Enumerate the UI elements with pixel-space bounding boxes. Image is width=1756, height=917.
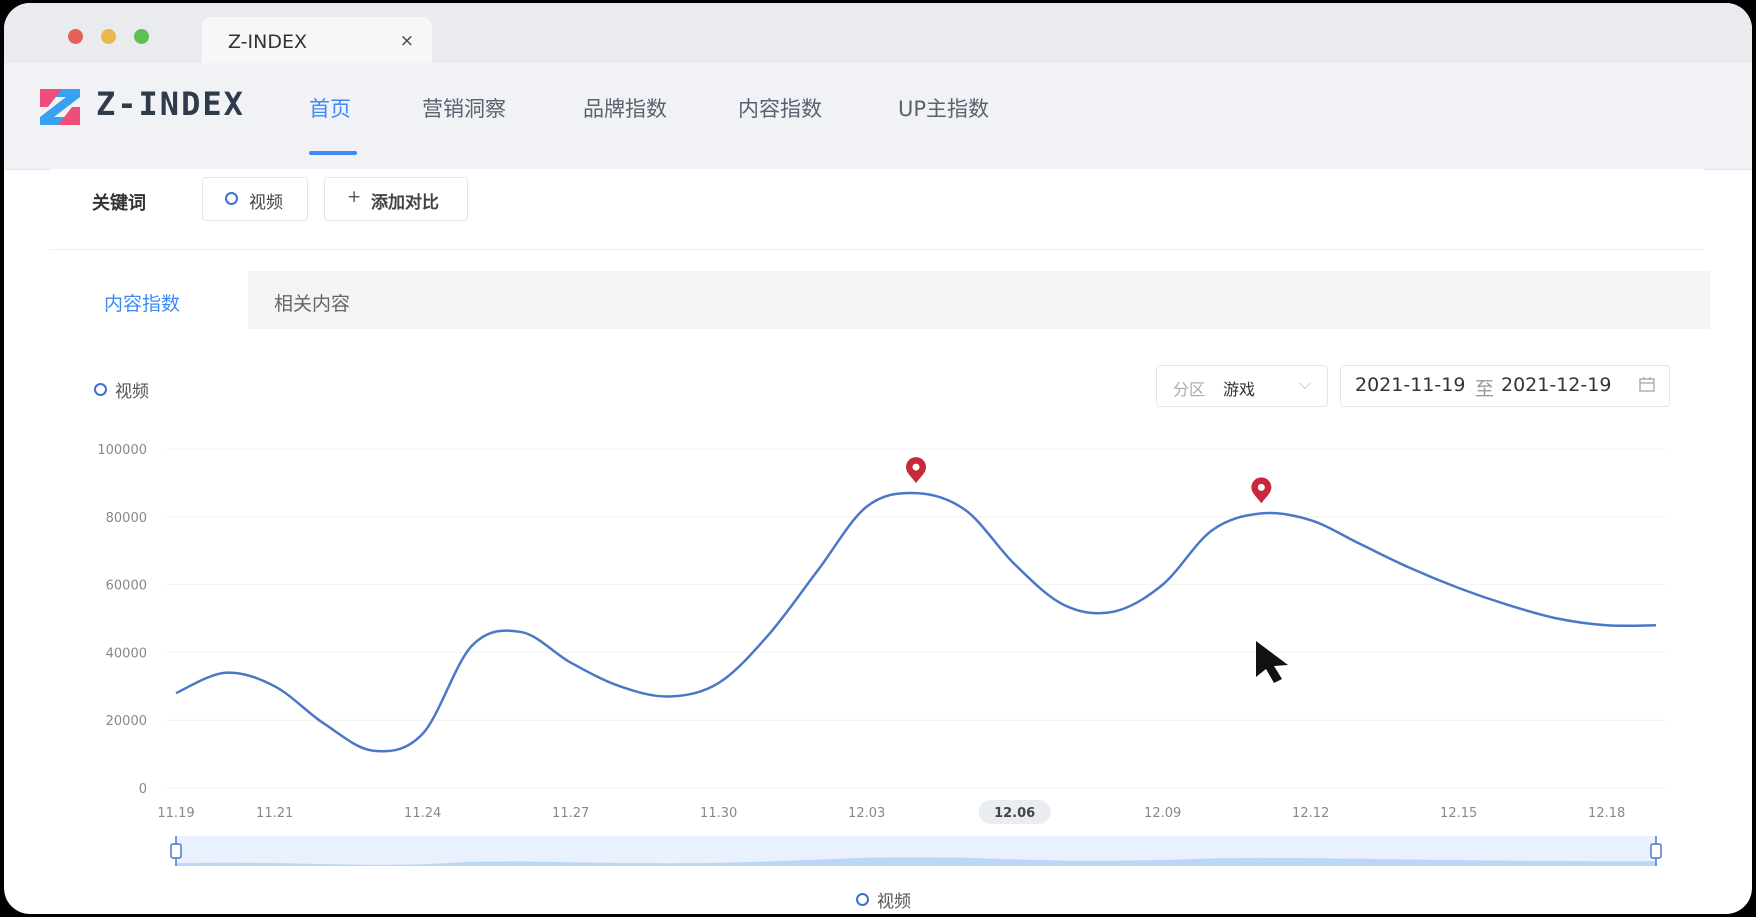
- y-tick-label: 0: [139, 782, 147, 797]
- drag-handle-icon[interactable]: [1650, 843, 1662, 859]
- y-tick-label: 100000: [97, 443, 147, 458]
- x-tick-label: 11.27: [552, 806, 589, 821]
- x-tick-label: 12.15: [1440, 806, 1477, 821]
- map-pin-icon: [1251, 477, 1272, 504]
- x-tick-label: 12.09: [1144, 806, 1181, 821]
- zoom-slider: [170, 836, 1662, 866]
- chart-grid: [166, 448, 1666, 789]
- line-chart[interactable]: 100000800006000040000200000 11.19 11.21 11…: [4, 3, 1752, 914]
- y-tick-label: 40000: [106, 646, 147, 661]
- browser-window: Z-INDEX × Z-INDEX 首页 营销洞察 品牌指数 内容指数 UP主指…: [4, 3, 1752, 914]
- y-tick-label: 60000: [106, 579, 147, 594]
- legend-label: 视频: [877, 892, 911, 912]
- series-line: [175, 491, 1657, 753]
- x-tick-label: 12.06: [994, 806, 1035, 821]
- x-tick-label: 11.24: [404, 806, 441, 821]
- y-tick-label: 80000: [106, 511, 147, 526]
- mouse-cursor-icon: [1256, 641, 1288, 683]
- x-tick-label: 11.30: [700, 806, 737, 821]
- y-tick-label: 20000: [106, 714, 147, 729]
- drag-handle-icon[interactable]: [170, 843, 182, 859]
- chart-markers: [906, 457, 1272, 504]
- x-tick-label: 11.19: [157, 806, 194, 821]
- legend-dot-icon: [856, 893, 869, 906]
- x-tick-label: 12.18: [1588, 806, 1625, 821]
- y-axis-ticks: 100000 80000 60000 40000 20000 0: [97, 443, 147, 797]
- map-pin-icon: [906, 457, 926, 484]
- chart-legend-bottom[interactable]: 视频: [856, 887, 911, 912]
- x-tick-label: 12.12: [1292, 806, 1329, 821]
- x-axis-ticks: 11.19 11.21 11.24 11.27 11.30 12.03 12.06 12.09…: [157, 800, 1625, 824]
- x-tick-label: 11.21: [256, 806, 293, 821]
- x-tick-label: 12.03: [848, 806, 885, 821]
